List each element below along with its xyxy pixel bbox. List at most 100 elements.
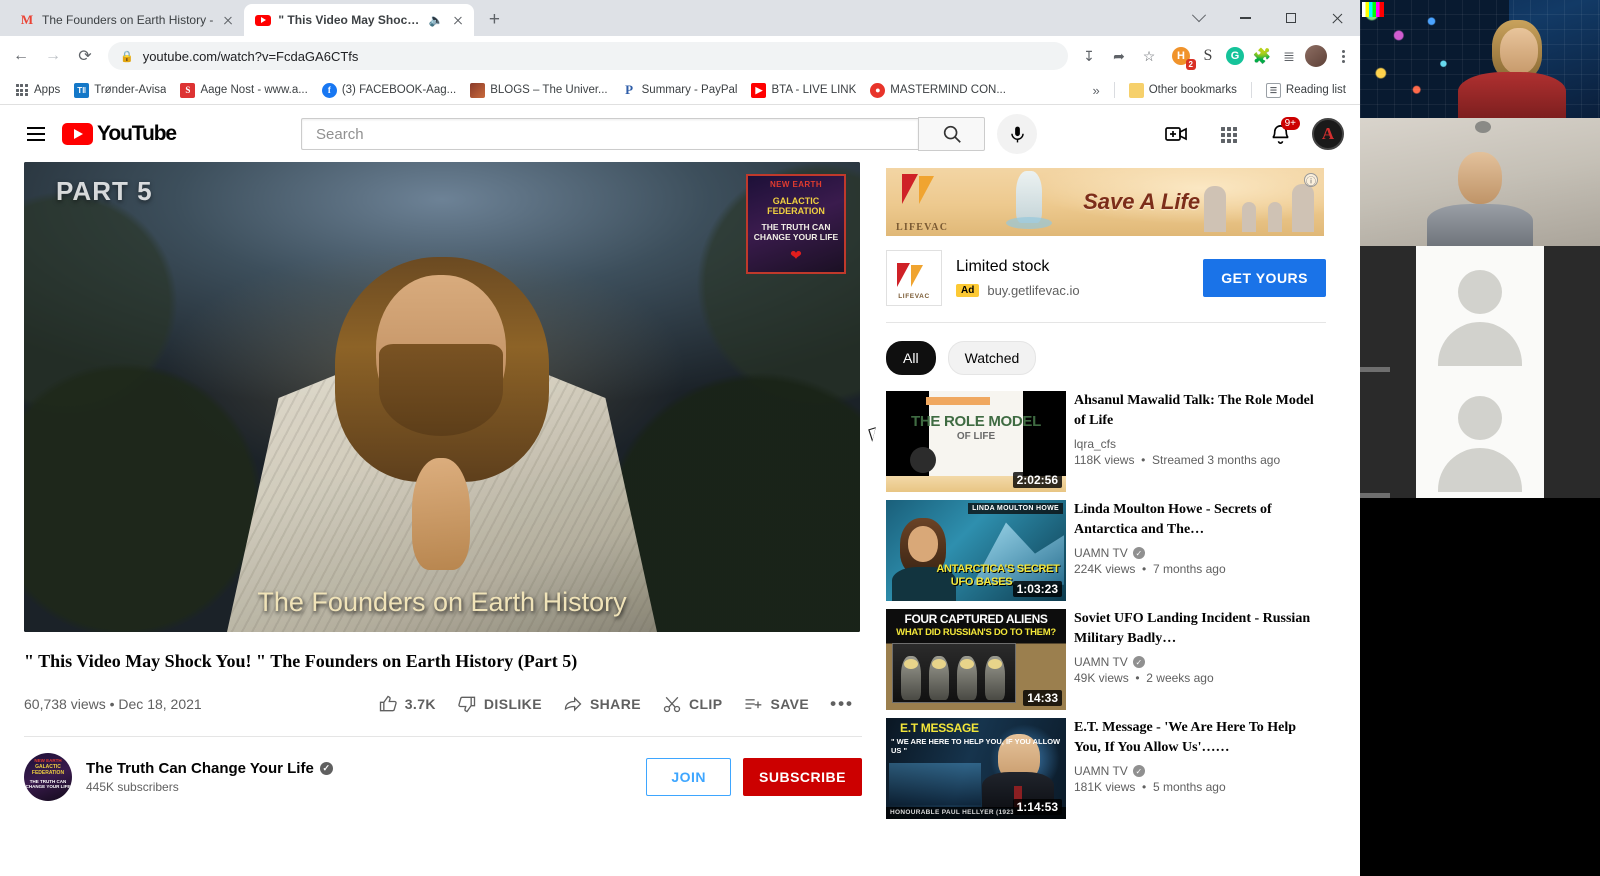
participant-tile-placeholder-2[interactable] [1360, 372, 1600, 498]
avatar-line-3: THE TRUTH CAN CHANGE YOUR LIFE [25, 779, 71, 789]
video-title: " This Video May Shock You! " The Founde… [24, 651, 578, 671]
youtube-apps-icon[interactable] [1208, 114, 1248, 154]
recommended-video-item[interactable]: THE ROLE MODEL OF LIFE 2:02:56 Ahsanul M… [886, 391, 1326, 492]
youtube-logo[interactable]: YouTube [62, 122, 177, 146]
subscribe-button[interactable]: SUBSCRIBE [743, 758, 862, 796]
notifications-bell-icon[interactable]: 9+ [1260, 114, 1300, 154]
bookmark-label: Trønder-Avisa [94, 84, 167, 96]
video-thumbnail[interactable]: THE ROLE MODEL OF LIFE 2:02:56 [886, 391, 1066, 492]
participant-head [1458, 152, 1502, 204]
view-count-and-date: 60,738 views • Dec 18, 2021 [24, 696, 202, 712]
clip-button[interactable]: CLIP [654, 686, 731, 722]
dislike-button[interactable]: DISLIKE [449, 686, 550, 722]
honey-extension-icon[interactable]: H 2 [1170, 45, 1196, 70]
tab-search-chevron-icon[interactable] [1176, 2, 1222, 34]
back-button[interactable]: ← [6, 41, 36, 71]
video-channel[interactable]: UAMN TV ✓ [1074, 655, 1322, 669]
ad-display-url: buy.getlifevac.io [987, 283, 1080, 298]
recommended-video-item[interactable]: FOUR CAPTURED ALIENS WHAT DID RUSSIAN'S … [886, 609, 1326, 710]
video-thumbnail[interactable]: LINDA MOULTON HOWE ANTARCTICA'S SECRET U… [886, 500, 1066, 601]
reading-list-button[interactable]: ☰ Reading list [1260, 80, 1352, 101]
grammarly-extension-icon[interactable]: G [1224, 45, 1246, 67]
join-button[interactable]: JOIN [646, 758, 732, 796]
participant-tile-video-wall[interactable] [1360, 0, 1600, 118]
video-conference-panel [1360, 0, 1600, 876]
video-title: E.T. Message - 'We Are Here To Help You,… [1074, 720, 1297, 755]
profile-avatar[interactable] [1305, 45, 1327, 67]
bookmarks-bar: Apps T‖ Trønder-Avisa S Aage Nost - www.… [0, 76, 1360, 105]
save-button[interactable]: SAVE [735, 686, 817, 722]
hamburger-menu-icon[interactable] [16, 114, 56, 154]
bookmark-facebook[interactable]: f (3) FACEBOOK-Aag... [316, 80, 462, 101]
forward-button[interactable]: → [38, 41, 68, 71]
ad-title[interactable]: Limited stock [956, 258, 1080, 276]
new-tab-button[interactable]: + [480, 6, 508, 34]
bookmark-tronder-avisa[interactable]: T‖ Trønder-Avisa [68, 80, 172, 101]
s-extension-icon[interactable]: S [1197, 45, 1219, 67]
playlist-extension-icon[interactable]: ≣ [1278, 45, 1300, 67]
speaker-icon[interactable]: 🔈 [428, 13, 443, 27]
folder-icon [1128, 82, 1144, 98]
video-channel[interactable]: UAMN TV ✓ [1074, 546, 1322, 560]
video-metadata: 118K views • Streamed 3 months ago [1074, 453, 1322, 467]
ad-cta-button[interactable]: GET YOURS [1203, 259, 1326, 297]
bookmark-paypal[interactable]: P Summary - PayPal [616, 80, 744, 101]
filter-chip-all[interactable]: All [886, 341, 936, 375]
video-age: 5 months ago [1152, 780, 1226, 794]
bookmark-aage-nost[interactable]: S Aage Nost - www.a... [174, 80, 313, 101]
search-button[interactable] [918, 117, 986, 151]
more-actions-icon[interactable]: ••• [822, 686, 862, 722]
close-icon[interactable] [450, 12, 466, 28]
account-avatar[interactable]: A [1312, 118, 1344, 150]
puzzle-extensions-icon[interactable]: 🧩 [1251, 45, 1273, 67]
share-icon[interactable]: ➦ [1106, 43, 1132, 69]
browser-tab-youtube[interactable]: " This Video May Shock Yo 🔈 [244, 4, 475, 36]
view-count: 118K views [1074, 453, 1135, 467]
channel-watermark[interactable]: NEW EARTH GALACTIC FEDERATION THE TRUTH … [746, 174, 846, 274]
video-channel[interactable]: UAMN TV ✓ [1074, 764, 1322, 778]
minimize-button[interactable] [1222, 2, 1268, 34]
address-bar[interactable]: 🔒 youtube.com/watch?v=FcdaGA6CTfs [108, 42, 1068, 70]
meta-separator: • [1132, 671, 1143, 685]
share-button[interactable]: SHARE [555, 686, 649, 722]
youtube-play-icon [62, 123, 93, 145]
browser-tab-gmail[interactable]: M The Founders on Earth History - [8, 4, 245, 36]
tab-title: " This Video May Shock Yo [278, 13, 422, 27]
bookmark-star-icon[interactable]: ☆ [1136, 43, 1162, 69]
maximize-button[interactable] [1268, 2, 1314, 34]
filter-chip-watched[interactable]: Watched [947, 341, 1037, 375]
channel-name: lqra_cfs [1074, 437, 1117, 451]
thumb-text-1: ANTARCTICA'S SECRET [936, 563, 1060, 575]
ad-info-icon[interactable]: ⓘ [1304, 173, 1318, 188]
video-player[interactable]: PART 5 The Founders on Earth History NEW… [24, 162, 860, 632]
bookmark-mastermind[interactable]: ● MASTERMIND CON... [864, 80, 1012, 101]
create-video-icon[interactable] [1156, 114, 1196, 154]
participant-tile-second-speaker[interactable] [1360, 118, 1600, 246]
bookmarks-overflow-button[interactable]: » [1086, 80, 1105, 101]
recommended-video-item[interactable]: E.T MESSAGE " WE ARE HERE TO HELP YOU, I… [886, 718, 1326, 819]
channel-avatar[interactable]: NEW EARTH GALACTIC FEDERATION THE TRUTH … [24, 753, 72, 801]
bookmark-apps[interactable]: Apps [8, 80, 66, 101]
recommended-video-item[interactable]: LINDA MOULTON HOWE ANTARCTICA'S SECRET U… [886, 500, 1326, 601]
other-bookmarks-folder[interactable]: Other bookmarks [1123, 80, 1243, 101]
omnibox-actions: ↧ ➦ ☆ [1076, 43, 1162, 69]
bookmark-blogs[interactable]: BLOGS – The Univer... [464, 80, 613, 101]
close-window-button[interactable] [1314, 2, 1360, 34]
video-thumbnail[interactable]: FOUR CAPTURED ALIENS WHAT DID RUSSIAN'S … [886, 609, 1066, 710]
bookmark-bta-live-link[interactable]: ▶ BTA - LIVE LINK [745, 80, 862, 101]
facebook-icon: f [321, 82, 337, 98]
chrome-menu-icon[interactable] [1332, 45, 1354, 67]
close-icon[interactable] [220, 12, 236, 28]
participant-tile-placeholder-1[interactable] [1360, 246, 1600, 372]
install-icon[interactable]: ↧ [1076, 43, 1102, 69]
search-input[interactable]: Search [301, 118, 919, 150]
ad-banner-image[interactable]: LIFEVAC Save A Life ⓘ [886, 168, 1324, 236]
paypal-icon: P [621, 82, 637, 98]
video-channel[interactable]: lqra_cfs [1074, 437, 1322, 451]
like-button[interactable]: 3.7K [370, 686, 444, 722]
reload-button[interactable]: ⟳ [70, 41, 100, 71]
microphone-icon[interactable] [997, 114, 1038, 154]
channel-name-row[interactable]: The Truth Can Change Your Life ✓ [86, 760, 333, 777]
url-text: youtube.com/watch?v=FcdaGA6CTfs [142, 48, 359, 64]
video-thumbnail[interactable]: E.T MESSAGE " WE ARE HERE TO HELP YOU, I… [886, 718, 1066, 819]
